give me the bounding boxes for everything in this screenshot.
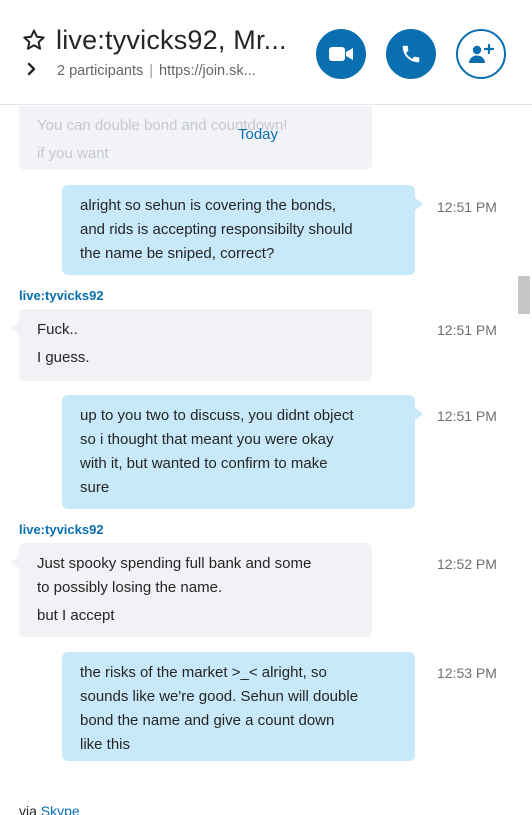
sender-name[interactable]: live:tyvicks92: [19, 288, 104, 303]
scrollbar-thumb[interactable]: [518, 276, 530, 314]
message-paragraph: to possibly losing the name.: [37, 579, 223, 596]
message-paragraph: I guess.: [37, 349, 90, 366]
message-timestamp: 12:53 PM: [437, 665, 497, 681]
star-outline-icon[interactable]: [22, 28, 46, 52]
message-paragraph: Just spooky spending full bank and some: [37, 555, 312, 572]
audio-call-button[interactable]: [386, 29, 436, 79]
message-line: sounds like we're good. Sehun will doubl…: [80, 688, 359, 705]
message-timestamp: 12:52 PM: [437, 556, 497, 572]
message-list[interactable]: You can double bond and countdown! if yo…: [0, 106, 532, 786]
message-line: the risks of the market >_< alright, so: [80, 664, 327, 681]
video-call-button[interactable]: [316, 29, 366, 79]
conversation-subtitle[interactable]: 2 participants | https://join.sk...: [57, 63, 256, 79]
participants-count[interactable]: 2 participants: [57, 63, 143, 79]
message-line: up to you two to discuss, you didnt obje…: [80, 407, 354, 424]
message-line: sure: [80, 479, 110, 496]
outgoing-message-bubble[interactable]: the risks of the market >_< alright, so …: [62, 652, 415, 761]
footer-attribution: via Skype: [19, 803, 80, 815]
message-line: so i thought that meant you were okay: [80, 431, 334, 448]
add-person-icon: [469, 43, 495, 63]
message-paragraph: Fuck..: [37, 321, 78, 338]
date-divider: Today: [237, 126, 279, 143]
message-timestamp: 12:51 PM: [437, 199, 497, 215]
subtitle-separator: |: [149, 63, 154, 79]
chevron-right-icon[interactable]: [26, 62, 38, 76]
message-line: with it, but wanted to confirm to make: [80, 455, 328, 472]
message-timestamp: 12:51 PM: [437, 322, 497, 338]
previous-message-line: if you want: [37, 145, 109, 162]
add-participant-button[interactable]: [456, 29, 506, 79]
message-line: like this: [80, 736, 131, 753]
sender-name[interactable]: live:tyvicks92: [19, 522, 104, 537]
message-line: the name be sniped, correct?: [80, 245, 275, 262]
message-paragraph: but I accept: [37, 607, 115, 624]
message-line: alright so sehun is covering the bonds,: [80, 197, 336, 214]
incoming-message-bubble[interactable]: Fuck.. I guess.: [11, 309, 372, 381]
incoming-message-bubble[interactable]: Just spooky spending full bank and some …: [11, 543, 372, 637]
join-link[interactable]: https://join.sk...: [159, 63, 256, 79]
footer-prefix: via: [19, 803, 37, 815]
message-line: and rids is accepting responsibilty shou…: [80, 221, 353, 238]
conversation-title[interactable]: live:tyvicks92, Mr...: [56, 25, 287, 56]
message-timestamp: 12:51 PM: [437, 408, 497, 424]
outgoing-message-bubble[interactable]: up to you two to discuss, you didnt obje…: [62, 395, 423, 509]
message-line: bond the name and give a count down: [80, 712, 335, 729]
skype-link[interactable]: Skype: [41, 803, 80, 815]
conversation-header: live:tyvicks92, Mr... 2 participants | htt…: [0, 0, 532, 105]
outgoing-message-bubble[interactable]: alright so sehun is covering the bonds, …: [62, 185, 423, 275]
phone-icon: [402, 45, 420, 63]
video-camera-icon: [329, 47, 353, 61]
